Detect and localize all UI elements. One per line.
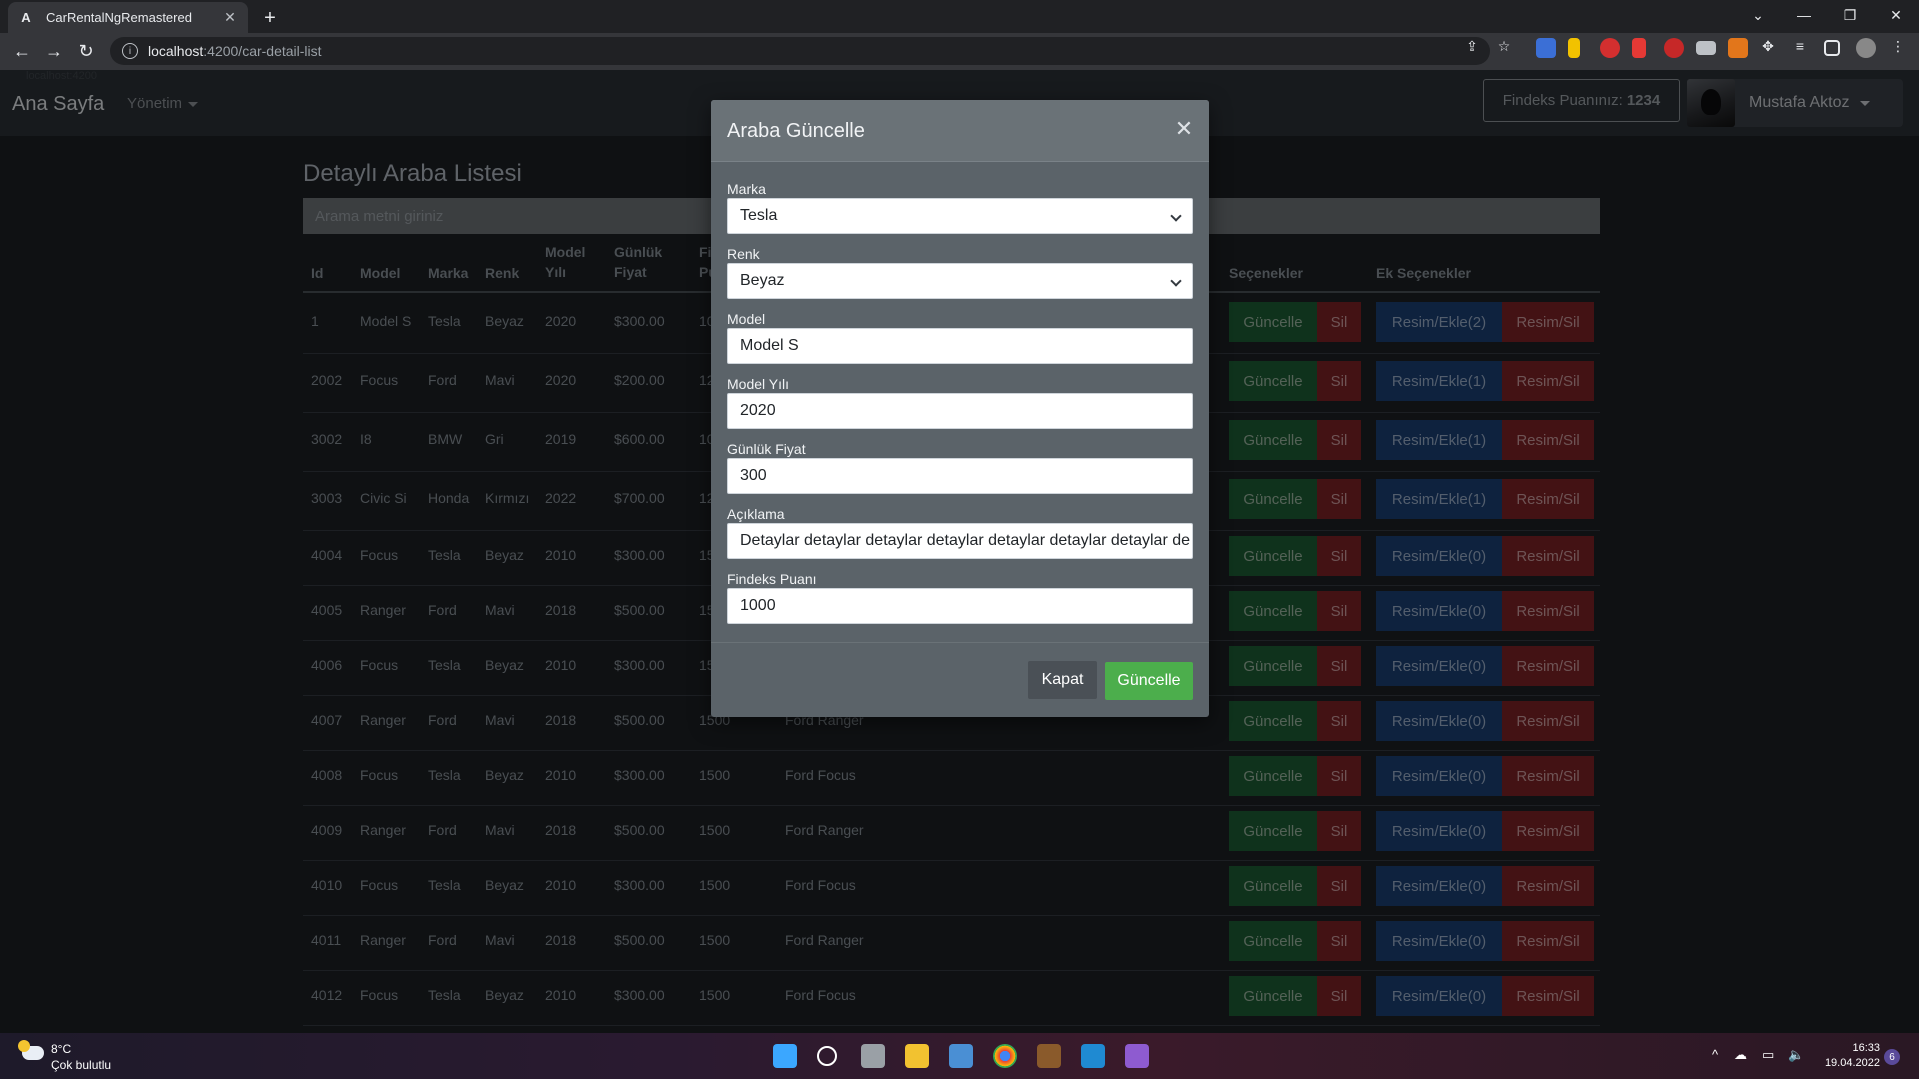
highlighter-extension-icon[interactable] xyxy=(1568,38,1580,58)
onedrive-cloud-icon[interactable]: ☁ xyxy=(1734,1047,1747,1063)
gunluk-fiyat-input[interactable]: 300 xyxy=(727,458,1193,494)
model-yili-input[interactable]: 2020 xyxy=(727,393,1193,429)
translate-extension-icon[interactable] xyxy=(1536,38,1556,58)
chevron-down-icon xyxy=(1170,210,1182,222)
browser-tabstrip: A CarRentalNgRemastered ✕ + ⌄ — ❐ ✕ xyxy=(0,0,1919,33)
close-window-button[interactable]: ✕ xyxy=(1873,0,1919,30)
tray-chevron-icon[interactable]: ^ xyxy=(1712,1047,1718,1062)
gunluk-fiyat-label: Günlük Fiyat xyxy=(727,441,806,457)
weather-temperature[interactable]: 8°C xyxy=(51,1042,71,1056)
forward-icon[interactable]: → xyxy=(38,35,70,67)
browser-toolbar: ← → ↻ i localhost:4200/car-detail-list ⇪… xyxy=(0,33,1919,70)
clock-date: 19.04.2022 xyxy=(1824,1057,1880,1069)
tab-title: CarRentalNgRemastered xyxy=(46,10,192,25)
task-view-icon[interactable] xyxy=(861,1044,885,1068)
marka-select-value: Tesla xyxy=(740,207,778,224)
share-icon[interactable]: ⇪ xyxy=(1462,38,1482,55)
new-tab-button[interactable]: + xyxy=(256,4,284,32)
model-label: Model xyxy=(727,311,766,327)
model-yili-label: Model Yılı xyxy=(727,376,789,392)
findeks-puani-input[interactable]: 1000 xyxy=(727,588,1193,624)
reload-icon[interactable]: ↻ xyxy=(70,35,102,67)
renk-select-value: Beyaz xyxy=(740,272,785,289)
file-explorer-icon[interactable] xyxy=(905,1044,929,1068)
volume-icon[interactable]: 🔈 xyxy=(1788,1047,1804,1063)
metamask-extension-icon[interactable] xyxy=(1728,38,1748,58)
modal-header: Araba Güncelle ✕ xyxy=(711,100,1209,162)
bookmark-star-icon[interactable]: ☆ xyxy=(1494,38,1514,55)
windows-taskbar: 8°C Çok bulutlu ^ ☁ ▭ 🔈 16:33 19.04.2022 … xyxy=(0,1033,1919,1079)
url-host: localhost xyxy=(148,43,204,59)
tab-close-icon[interactable]: ✕ xyxy=(222,9,238,26)
url-path: :4200/car-detail-list xyxy=(203,43,322,59)
marka-select[interactable]: Tesla xyxy=(727,198,1193,234)
guncelle-button[interactable]: Güncelle xyxy=(1105,662,1193,700)
aciklama-input[interactable]: Detaylar detaylar detaylar detaylar deta… xyxy=(727,523,1193,559)
angular-favicon-icon: A xyxy=(21,10,31,25)
site-info-icon[interactable]: i xyxy=(122,43,138,59)
red-extension-icon[interactable] xyxy=(1632,38,1646,58)
pinterest-extension-icon[interactable] xyxy=(1664,38,1684,58)
kapat-button[interactable]: Kapat xyxy=(1028,661,1097,699)
clock-time: 16:33 xyxy=(1852,1042,1880,1054)
address-bar[interactable]: i localhost:4200/car-detail-list xyxy=(110,37,1490,65)
browser-tab[interactable]: A CarRentalNgRemastered ✕ xyxy=(8,2,248,33)
extensions-puzzle-icon[interactable]: ✥ xyxy=(1758,38,1778,55)
side-panel-icon[interactable] xyxy=(1824,40,1840,56)
modal-title: Araba Güncelle xyxy=(727,120,865,142)
network-icon[interactable]: ▭ xyxy=(1762,1047,1774,1063)
aciklama-label: Açıklama xyxy=(727,506,785,522)
search-icon[interactable] xyxy=(817,1046,837,1066)
screen: A CarRentalNgRemastered ✕ + ⌄ — ❐ ✕ ← → … xyxy=(0,0,1919,1079)
weather-cloud-icon[interactable] xyxy=(18,1040,44,1060)
clock[interactable]: 16:33 19.04.2022 xyxy=(1820,1041,1880,1071)
notification-badge[interactable]: 6 xyxy=(1884,1049,1900,1065)
close-icon[interactable]: ✕ xyxy=(1173,118,1195,140)
weather-description[interactable]: Çok bulutlu xyxy=(51,1058,111,1072)
app-shield-icon[interactable] xyxy=(1037,1044,1061,1068)
profile-avatar-icon[interactable] xyxy=(1856,38,1876,58)
renk-label: Renk xyxy=(727,246,760,262)
marka-label: Marka xyxy=(727,181,766,197)
visual-studio-icon[interactable] xyxy=(1125,1044,1149,1068)
modal-footer: Kapat Güncelle xyxy=(711,642,1209,717)
findeks-puani-label: Findeks Puanı xyxy=(727,571,817,587)
renk-select[interactable]: Beyaz xyxy=(727,263,1193,299)
windows-start-icon[interactable] xyxy=(773,1044,797,1068)
camera-extension-icon[interactable] xyxy=(1696,41,1716,55)
back-icon[interactable]: ← xyxy=(6,35,38,67)
adblock-extension-icon[interactable] xyxy=(1600,38,1620,58)
chrome-icon[interactable] xyxy=(993,1044,1017,1068)
restore-button[interactable]: ❐ xyxy=(1827,0,1873,30)
update-car-modal: Araba Güncelle ✕ Marka Tesla Renk Beyaz … xyxy=(711,100,1209,717)
vscode-icon[interactable] xyxy=(1081,1044,1105,1068)
chevron-down-icon xyxy=(1170,275,1182,287)
minimize-button[interactable]: — xyxy=(1781,0,1827,30)
tab-search-icon[interactable]: ⌄ xyxy=(1735,0,1781,30)
browser-menu-icon[interactable]: ⋮ xyxy=(1888,38,1908,55)
reading-list-icon[interactable]: ≡ xyxy=(1790,38,1810,54)
model-input[interactable]: Model S xyxy=(727,328,1193,364)
photos-icon[interactable] xyxy=(949,1044,973,1068)
window-controls: ⌄ — ❐ ✕ xyxy=(1735,0,1919,33)
